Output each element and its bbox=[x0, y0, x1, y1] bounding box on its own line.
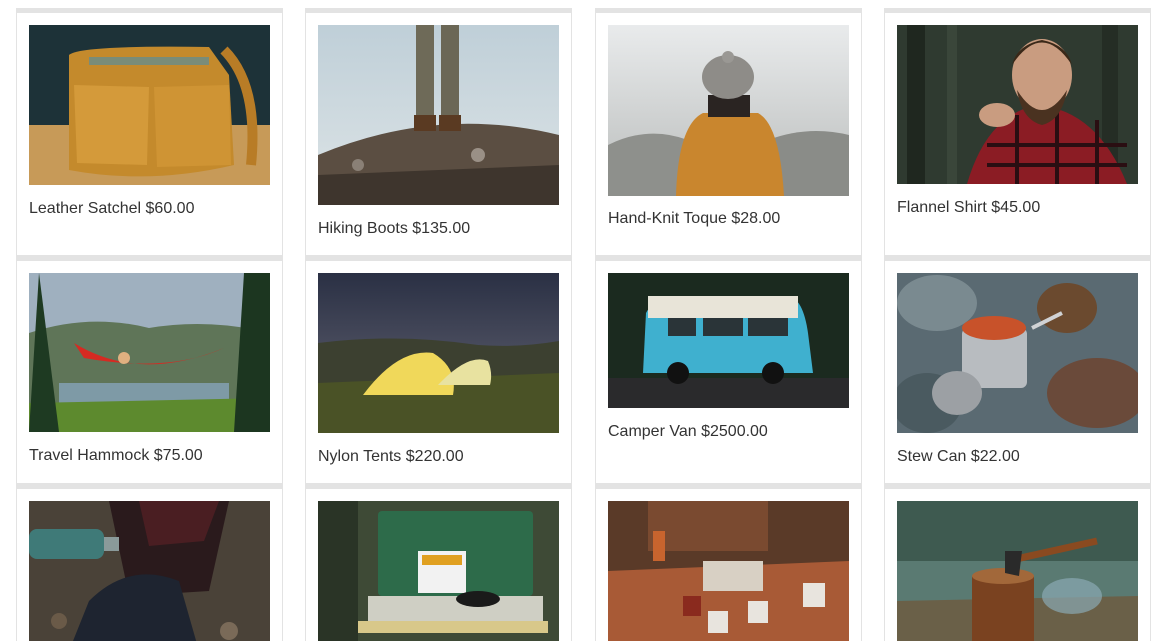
product-label[interactable]: Leather Satchel $60.00 bbox=[29, 200, 194, 218]
product-label[interactable]: Flannel Shirt $45.00 bbox=[897, 199, 1040, 217]
product-price: $220.00 bbox=[405, 448, 464, 465]
product-label[interactable]: Hand-Knit Toque $28.00 bbox=[608, 210, 780, 228]
product-card[interactable] bbox=[305, 484, 572, 641]
product-card[interactable]: Hand-Knit Toque $28.00 bbox=[595, 8, 862, 256]
product-card[interactable]: Travel Hammock $75.00 bbox=[16, 256, 283, 484]
product-price: $22.00 bbox=[970, 448, 1020, 465]
product-label[interactable]: Stew Can $22.00 bbox=[897, 448, 1020, 466]
product-label[interactable]: Travel Hammock $75.00 bbox=[29, 447, 203, 465]
product-card[interactable]: Leather Satchel $60.00 bbox=[16, 8, 283, 256]
product-image-camper-van[interactable] bbox=[608, 273, 849, 408]
product-image-nylon-tents[interactable] bbox=[318, 273, 559, 433]
product-price: $60.00 bbox=[145, 200, 195, 217]
product-card[interactable]: Nylon Tents $220.00 bbox=[305, 256, 572, 484]
product-name: Hand-Knit Toque bbox=[608, 210, 727, 227]
product-name: Leather Satchel bbox=[29, 200, 142, 217]
product-image-enamel-mugs[interactable] bbox=[608, 501, 849, 641]
product-name: Hiking Boots bbox=[318, 220, 408, 237]
product-image-hand-knit-toque[interactable] bbox=[608, 25, 849, 196]
product-card[interactable]: Flannel Shirt $45.00 bbox=[884, 8, 1151, 256]
product-price: $2500.00 bbox=[701, 423, 768, 440]
product-name: Nylon Tents bbox=[318, 448, 402, 465]
product-label[interactable]: Hiking Boots $135.00 bbox=[318, 220, 470, 238]
product-image-travel-hammock[interactable] bbox=[29, 273, 270, 432]
product-name: Flannel Shirt bbox=[897, 199, 987, 216]
product-price: $45.00 bbox=[991, 199, 1041, 216]
product-card[interactable]: Camper Van $2500.00 bbox=[595, 256, 862, 484]
product-label[interactable]: Camper Van $2500.00 bbox=[608, 423, 768, 441]
product-name: Travel Hammock bbox=[29, 447, 150, 464]
product-card[interactable]: Stew Can $22.00 bbox=[884, 256, 1151, 484]
product-price: $28.00 bbox=[731, 210, 781, 227]
product-grid: Leather Satchel $60.00 Hiking Boots $135… bbox=[0, 0, 1170, 641]
product-card[interactable] bbox=[595, 484, 862, 641]
product-price: $135.00 bbox=[412, 220, 471, 237]
product-image-thermos[interactable] bbox=[29, 501, 270, 641]
product-image-hiking-boots[interactable] bbox=[318, 25, 559, 205]
product-card[interactable]: Hiking Boots $135.00 bbox=[305, 8, 572, 256]
product-image-leather-satchel[interactable] bbox=[29, 25, 270, 185]
product-image-axe-stump[interactable] bbox=[897, 501, 1138, 641]
product-card[interactable] bbox=[16, 484, 283, 641]
product-image-stew-can[interactable] bbox=[897, 273, 1138, 433]
product-label[interactable]: Nylon Tents $220.00 bbox=[318, 448, 464, 466]
product-image-flannel-shirt[interactable] bbox=[897, 25, 1138, 184]
product-image-camp-stove[interactable] bbox=[318, 501, 559, 641]
product-price: $75.00 bbox=[153, 447, 203, 464]
product-name: Camper Van bbox=[608, 423, 697, 440]
product-card[interactable] bbox=[884, 484, 1151, 641]
product-name: Stew Can bbox=[897, 448, 967, 465]
